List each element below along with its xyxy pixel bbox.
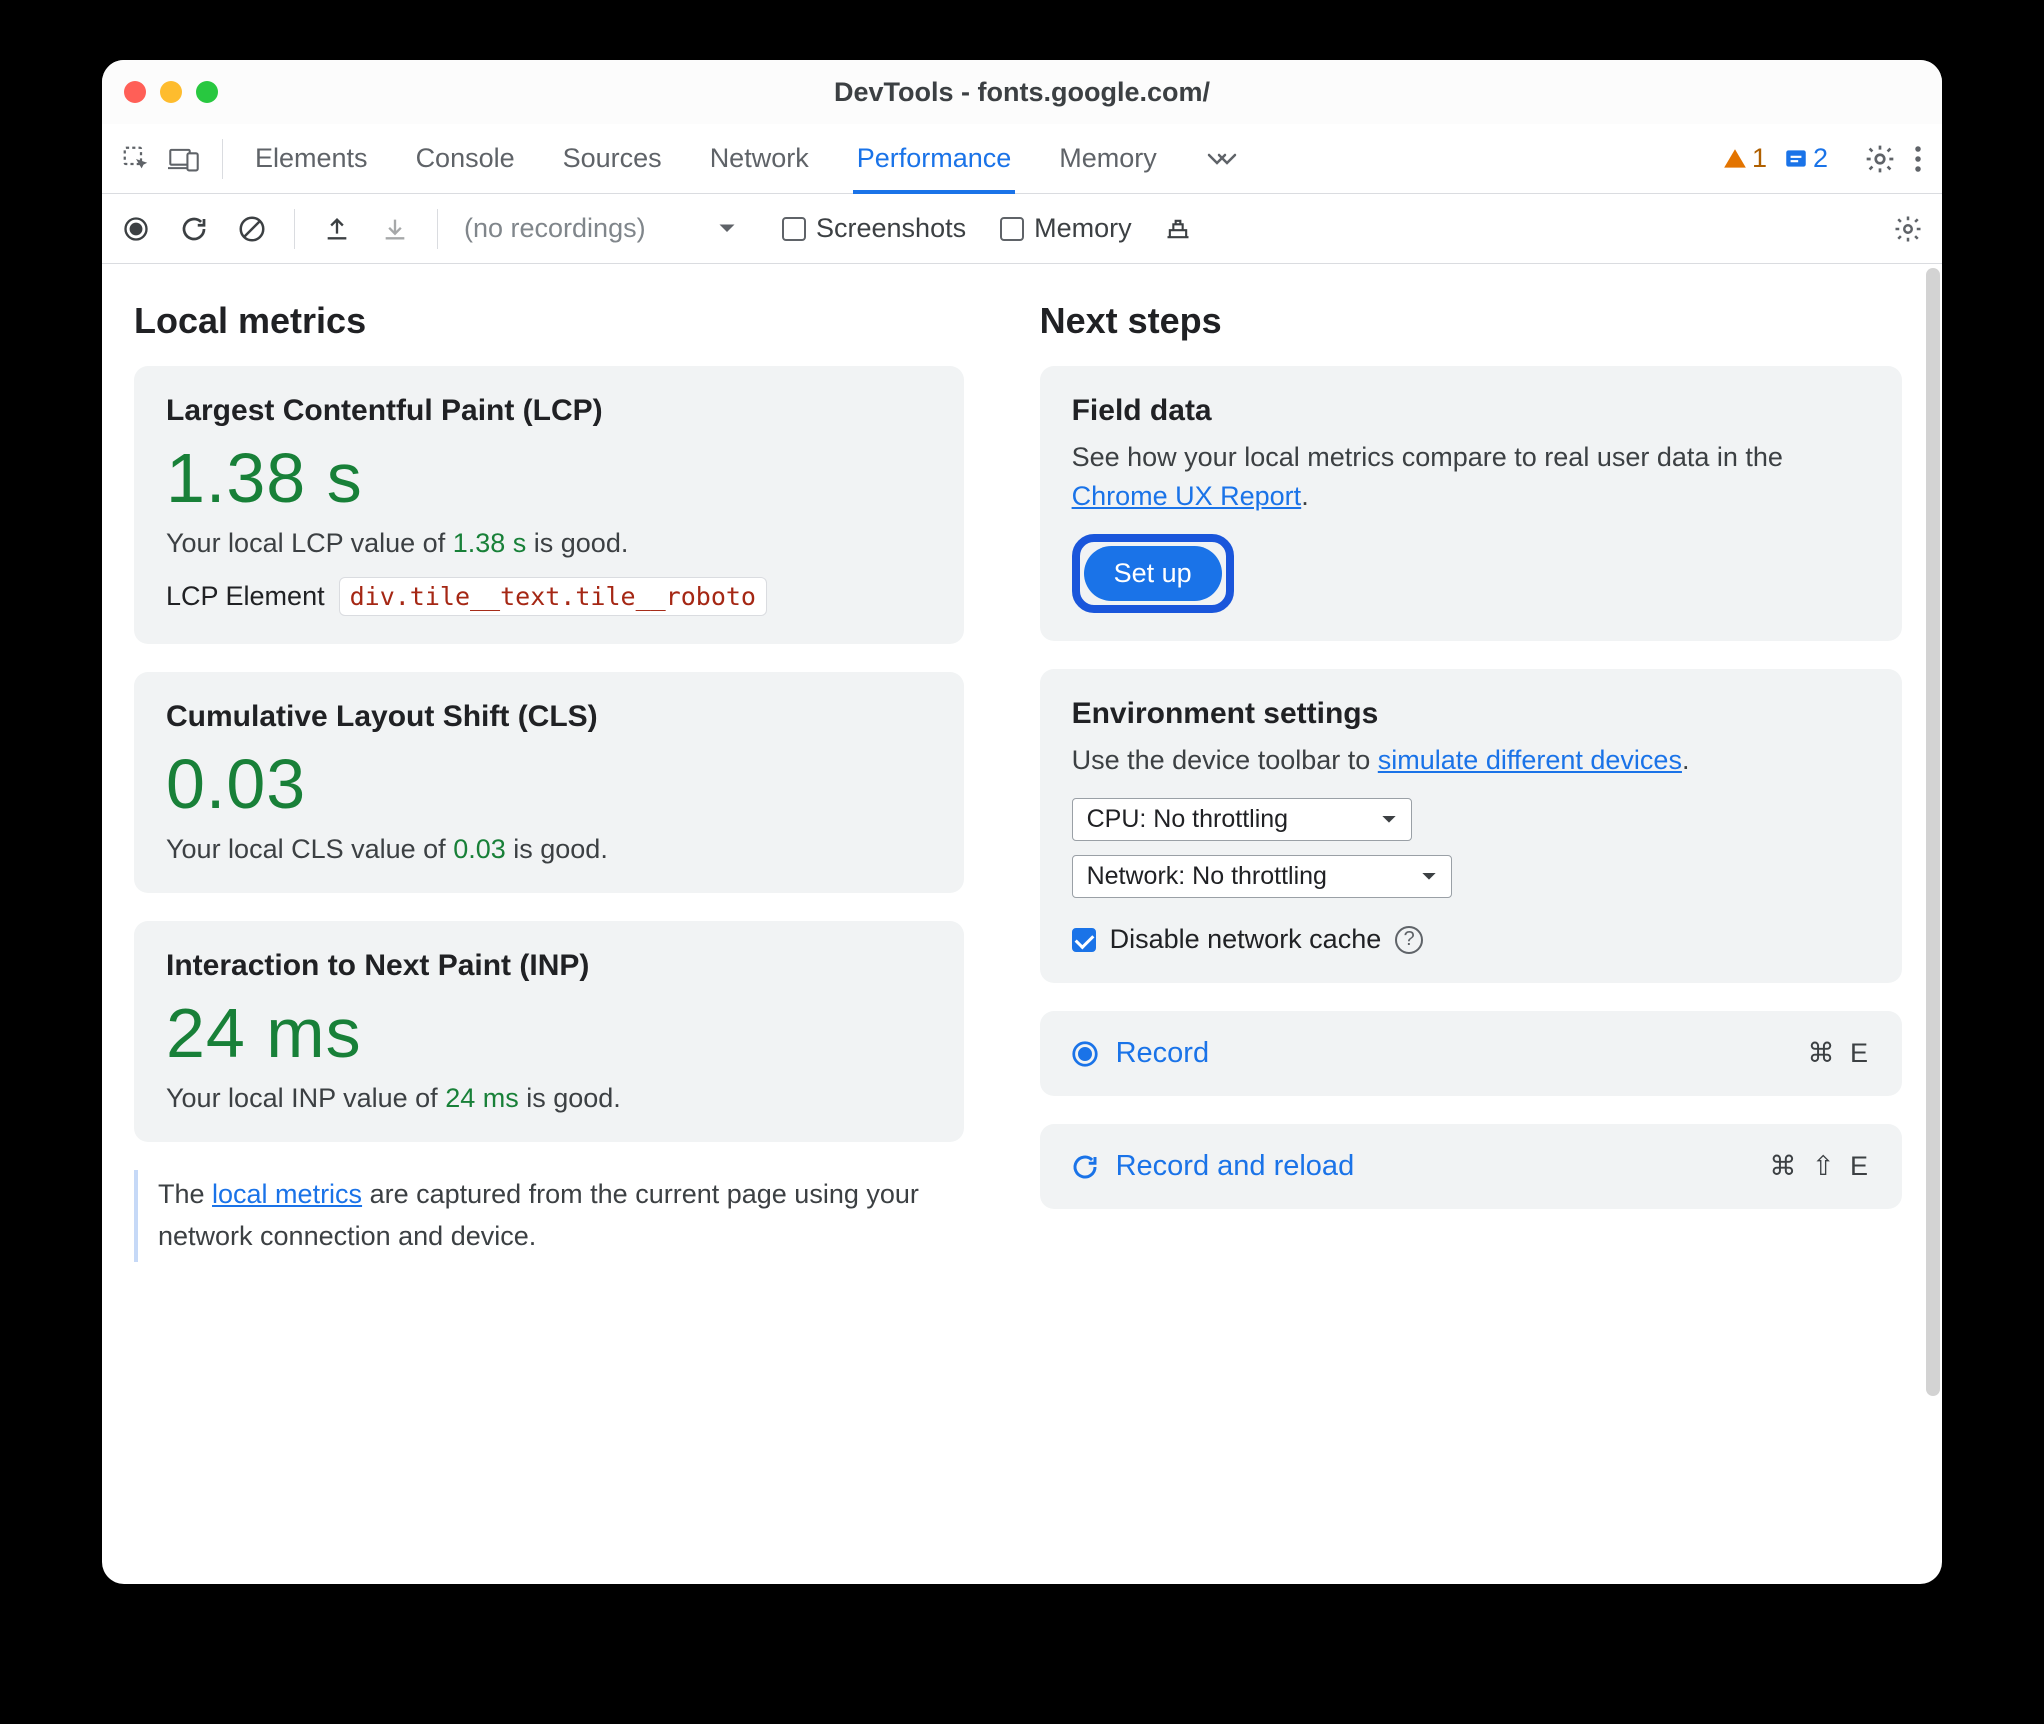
titlebar: DevTools - fonts.google.com/ xyxy=(102,60,1942,124)
scrollbar-thumb[interactable] xyxy=(1926,268,1940,1396)
device-toolbar-icon[interactable] xyxy=(160,137,208,181)
record-reload-action[interactable]: Record and reload ⌘ ⇧ E xyxy=(1040,1124,1902,1209)
next-steps-panel: Next steps Field data See how your local… xyxy=(1004,264,1942,1584)
checkbox-icon xyxy=(1000,217,1024,241)
record-reload-label: Record and reload xyxy=(1116,1150,1355,1183)
memory-label: Memory xyxy=(1034,213,1132,244)
more-options-icon[interactable] xyxy=(1912,144,1924,174)
lcp-title: Largest Contentful Paint (LCP) xyxy=(166,394,932,428)
window-title: DevTools - fonts.google.com/ xyxy=(834,77,1210,108)
devtools-window: DevTools - fonts.google.com/ Elements Co… xyxy=(102,60,1942,1584)
vertical-scrollbar[interactable] xyxy=(1926,268,1940,1580)
close-window-button[interactable] xyxy=(124,81,146,103)
record-label: Record xyxy=(1116,1037,1210,1070)
lcp-card: Largest Contentful Paint (LCP) 1.38 s Yo… xyxy=(134,366,964,644)
setup-highlight: Set up xyxy=(1072,534,1234,613)
recordings-placeholder: (no recordings) xyxy=(464,213,646,244)
tab-performance[interactable]: Performance xyxy=(853,124,1016,194)
content-area: Local metrics Largest Contentful Paint (… xyxy=(102,264,1942,1584)
garbage-collect-icon[interactable] xyxy=(1158,209,1198,249)
record-action[interactable]: Record ⌘ E xyxy=(1040,1011,1902,1096)
cls-card: Cumulative Layout Shift (CLS) 0.03 Your … xyxy=(134,672,964,893)
cpu-throttling-value: CPU: No throttling xyxy=(1087,805,1288,834)
maximize-window-button[interactable] xyxy=(196,81,218,103)
reload-icon[interactable] xyxy=(174,209,214,249)
tab-console[interactable]: Console xyxy=(412,124,519,194)
network-throttling-select[interactable]: Network: No throttling xyxy=(1072,855,1452,898)
disable-cache-label: Disable network cache xyxy=(1110,924,1382,955)
record-shortcut: ⌘ E xyxy=(1807,1038,1872,1069)
cls-value: 0.03 xyxy=(166,744,932,824)
screenshots-label: Screenshots xyxy=(816,213,966,244)
issues-badge[interactable]: 2 xyxy=(1783,143,1828,174)
inp-card: Interaction to Next Paint (INP) 24 ms Yo… xyxy=(134,921,964,1142)
inspect-element-icon[interactable] xyxy=(112,137,160,181)
disable-cache-row: Disable network cache ? xyxy=(1072,924,1870,955)
tab-sources[interactable]: Sources xyxy=(559,124,666,194)
recordings-dropdown[interactable]: (no recordings) xyxy=(464,213,744,244)
network-throttling-value: Network: No throttling xyxy=(1087,862,1327,891)
local-metrics-panel: Local metrics Largest Contentful Paint (… xyxy=(102,264,1004,1584)
panel-settings-icon[interactable] xyxy=(1888,209,1928,249)
crux-report-link[interactable]: Chrome UX Report xyxy=(1072,481,1302,511)
panel-tabs: Elements Console Sources Network Perform… xyxy=(251,124,1243,194)
performance-toolbar: (no recordings) Screenshots Memory xyxy=(102,194,1942,264)
inp-title: Interaction to Next Paint (INP) xyxy=(166,949,932,983)
next-steps-heading: Next steps xyxy=(1040,300,1902,342)
lcp-element-label: LCP Element xyxy=(166,581,325,612)
divider xyxy=(294,209,295,249)
record-circle-icon xyxy=(1070,1039,1100,1069)
lcp-element-selector[interactable]: div.tile__text.tile__roboto xyxy=(339,577,767,616)
divider xyxy=(437,209,438,249)
setup-button[interactable]: Set up xyxy=(1084,546,1222,601)
record-reload-shortcut: ⌘ ⇧ E xyxy=(1769,1151,1872,1182)
tab-network[interactable]: Network xyxy=(706,124,813,194)
field-data-card: Field data See how your local metrics co… xyxy=(1040,366,1902,641)
memory-checkbox[interactable]: Memory xyxy=(1000,213,1132,244)
environment-card: Environment settings Use the device tool… xyxy=(1040,669,1902,983)
local-metrics-heading: Local metrics xyxy=(134,300,964,342)
environment-description: Use the device toolbar to simulate diffe… xyxy=(1072,741,1870,780)
disable-cache-checkbox[interactable] xyxy=(1072,928,1096,952)
field-data-description: See how your local metrics compare to re… xyxy=(1072,438,1870,516)
record-icon[interactable] xyxy=(116,209,156,249)
cls-title: Cumulative Layout Shift (CLS) xyxy=(166,700,932,734)
cpu-throttling-select[interactable]: CPU: No throttling xyxy=(1072,798,1412,841)
environment-title: Environment settings xyxy=(1072,697,1870,731)
tab-elements[interactable]: Elements xyxy=(251,124,372,194)
help-icon[interactable]: ? xyxy=(1395,926,1423,954)
cls-description: Your local CLS value of 0.03 is good. xyxy=(166,834,932,865)
upload-icon[interactable] xyxy=(317,209,357,249)
checkbox-icon xyxy=(782,217,806,241)
main-tabbar: Elements Console Sources Network Perform… xyxy=(102,124,1942,194)
field-data-title: Field data xyxy=(1072,394,1870,428)
lcp-description: Your local LCP value of 1.38 s is good. xyxy=(166,528,932,559)
settings-icon[interactable] xyxy=(1864,143,1896,175)
lcp-value: 1.38 s xyxy=(166,438,932,518)
download-icon[interactable] xyxy=(375,209,415,249)
window-controls xyxy=(124,81,218,103)
inp-description: Your local INP value of 24 ms is good. xyxy=(166,1083,932,1114)
local-metrics-link[interactable]: local metrics xyxy=(212,1179,362,1209)
simulate-devices-link[interactable]: simulate different devices xyxy=(1378,745,1682,775)
divider xyxy=(222,139,223,179)
local-metrics-note: The local metrics are captured from the … xyxy=(134,1170,964,1262)
tab-memory[interactable]: Memory xyxy=(1055,124,1161,194)
warnings-badge[interactable]: 1 xyxy=(1722,143,1767,174)
reload-arrow-icon xyxy=(1070,1152,1100,1182)
issues-count: 2 xyxy=(1813,143,1828,174)
minimize-window-button[interactable] xyxy=(160,81,182,103)
warnings-count: 1 xyxy=(1752,143,1767,174)
screenshots-checkbox[interactable]: Screenshots xyxy=(782,213,966,244)
clear-icon[interactable] xyxy=(232,209,272,249)
more-tabs-button[interactable] xyxy=(1201,124,1243,194)
inp-value: 24 ms xyxy=(166,993,932,1073)
tabbar-right: 1 2 xyxy=(1722,143,1932,175)
